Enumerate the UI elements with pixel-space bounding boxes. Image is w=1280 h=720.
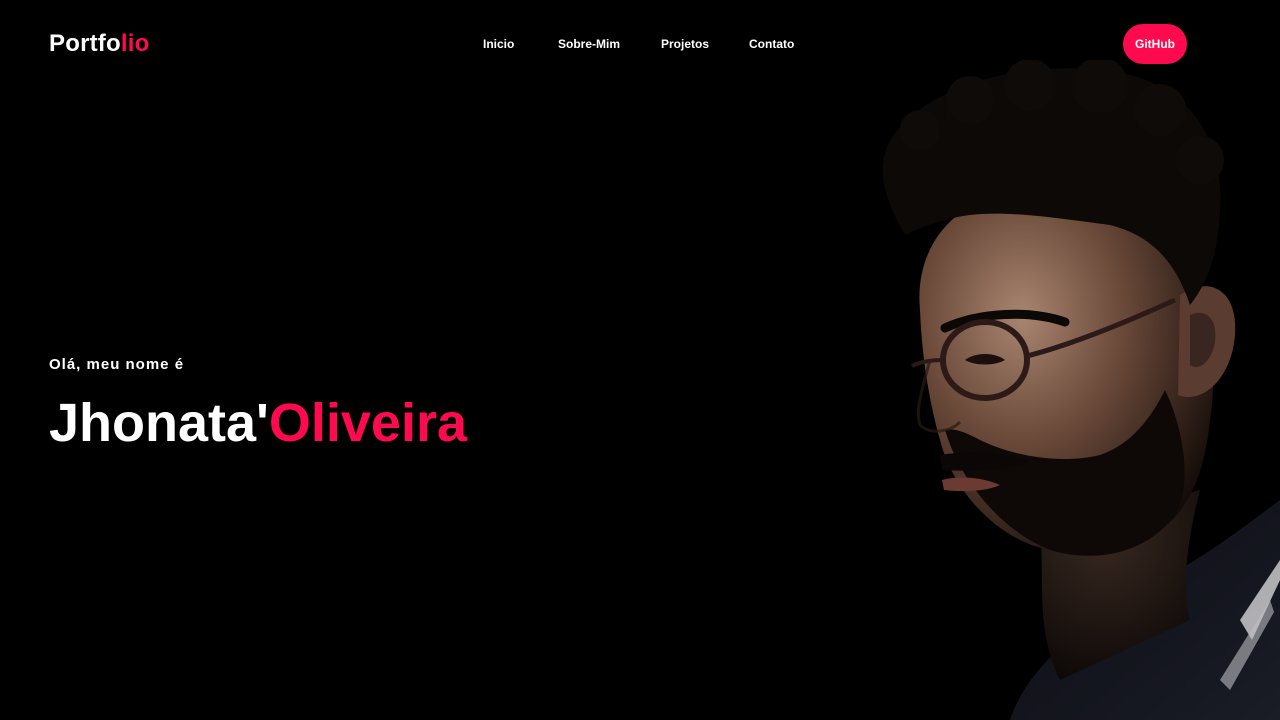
nav-link-inicio[interactable]: Inicio (483, 36, 514, 52)
hero-name-last: Oliveira (268, 393, 468, 453)
hero-section: Olá, meu nome é Jhonata'Oliveira (49, 355, 467, 453)
navbar: Portfolio Inicio Sobre-Mim Projetos Cont… (0, 0, 1280, 88)
nav-link-sobre-mim[interactable]: Sobre-Mim (558, 36, 620, 52)
github-button[interactable]: GitHub (1123, 24, 1187, 64)
nav-link-contato[interactable]: Contato (749, 36, 794, 52)
portrait-image (882, 60, 1280, 720)
hero-name: Jhonata'Oliveira (49, 393, 467, 453)
hero-name-first: Jhonata' (49, 393, 269, 453)
nav-link-projetos[interactable]: Projetos (661, 36, 709, 52)
nav-menu: Inicio Sobre-Mim Projetos Contato (0, 36, 1280, 52)
hero-greeting: Olá, meu nome é (49, 356, 185, 373)
